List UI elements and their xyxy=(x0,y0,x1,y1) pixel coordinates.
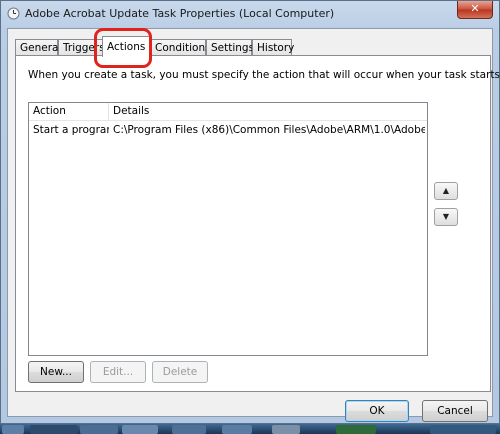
cancel-button[interactable]: Cancel xyxy=(422,400,488,422)
list-header: Action Details xyxy=(29,103,427,121)
taskbar-item-window-icon[interactable] xyxy=(172,425,206,434)
tab-conditions[interactable]: Conditions xyxy=(150,39,211,56)
start-button-icon[interactable] xyxy=(2,425,24,434)
row-details: C:\Program Files (x86)\Common Files\Adob… xyxy=(113,124,425,136)
properties-dialog: Adobe Acrobat Update Task Properties (Lo… xyxy=(0,0,500,424)
delete-button[interactable]: Delete xyxy=(152,361,208,383)
move-up-button[interactable]: ▲ xyxy=(434,182,458,200)
arrow-up-icon: ▲ xyxy=(442,186,450,195)
taskbar-item-console-icon[interactable] xyxy=(30,425,78,434)
arrow-down-icon: ▼ xyxy=(442,212,450,221)
tab-history[interactable]: History xyxy=(252,39,294,56)
tab-settings[interactable]: Settings xyxy=(206,39,254,56)
clock-icon xyxy=(7,7,20,20)
taskbar-item-green-icon[interactable] xyxy=(336,425,376,434)
taskbar-item-settings-icon[interactable] xyxy=(272,425,300,434)
close-button[interactable]: ✕ xyxy=(457,1,493,19)
system-tray[interactable] xyxy=(430,425,496,434)
taskbar-item-app-icon[interactable] xyxy=(122,425,158,434)
row-action: Start a program xyxy=(33,124,109,136)
column-header-action[interactable]: Action xyxy=(33,105,66,117)
taskbar-item-document-icon[interactable] xyxy=(222,425,252,434)
ok-button[interactable]: OK xyxy=(345,400,409,422)
table-row[interactable]: Start a program C:\Program Files (x86)\C… xyxy=(29,123,427,139)
taskbar xyxy=(0,424,500,434)
taskbar-item-explorer-icon[interactable] xyxy=(80,425,118,434)
tab-general[interactable]: General xyxy=(15,39,61,56)
red-highlight-annotation xyxy=(94,28,152,68)
dialog-body: General Triggers Actions Conditions Sett… xyxy=(7,28,500,422)
edit-button[interactable]: Edit... xyxy=(90,361,146,383)
intro-text: When you create a task, you must specify… xyxy=(28,69,500,81)
column-header-details[interactable]: Details xyxy=(113,105,149,117)
title-bar[interactable]: Adobe Acrobat Update Task Properties (Lo… xyxy=(1,1,499,27)
actions-list[interactable]: Action Details Start a program C:\Progra… xyxy=(28,102,428,356)
column-divider[interactable] xyxy=(108,103,109,120)
window-title: Adobe Acrobat Update Task Properties (Lo… xyxy=(25,7,335,20)
actions-panel: When you create a task, you must specify… xyxy=(15,55,500,392)
move-down-button[interactable]: ▼ xyxy=(434,208,458,226)
new-button[interactable]: New... xyxy=(28,361,84,383)
